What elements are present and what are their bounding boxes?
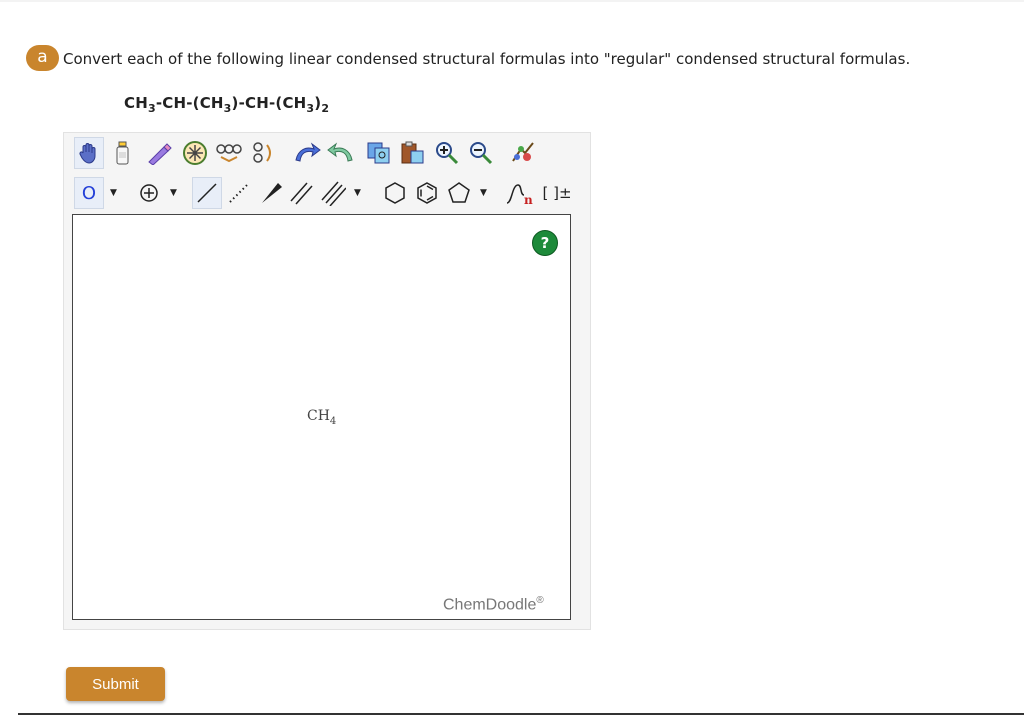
undo-icon (295, 142, 321, 162)
brand-registered-mark: ® (536, 595, 544, 606)
wedge-bond-icon (262, 183, 282, 203)
flip-vertical-icon (253, 142, 271, 163)
atom-label-text: O (81, 182, 97, 204)
single-bond-button[interactable] (192, 177, 222, 209)
copy-button[interactable] (364, 137, 394, 169)
flip-vertical-button[interactable] (248, 137, 278, 169)
clear-button[interactable] (108, 137, 138, 169)
question-text: Convert each of the following linear con… (63, 50, 911, 68)
hexagon-ring-icon (385, 182, 405, 204)
drawing-canvas[interactable]: ? CH4 ChemDoodle® (72, 214, 571, 620)
single-bond-icon (197, 183, 217, 203)
molecule-subscript: 4 (329, 415, 337, 427)
flip-horizontal-icon (216, 144, 242, 163)
help-button[interactable]: ? (532, 230, 558, 256)
question-part-badge: a (26, 45, 59, 71)
cyclopentane-button[interactable] (444, 177, 474, 209)
center-molecule-icon (183, 141, 207, 165)
benzene-ring-icon (417, 182, 437, 204)
zoom-out-icon (470, 142, 493, 165)
zoom-in-icon (436, 142, 459, 165)
zoom-in-button[interactable] (432, 137, 462, 169)
redo-icon (327, 142, 353, 162)
bottom-divider (18, 713, 1024, 715)
spray-bottle-icon (116, 141, 129, 165)
zoom-out-button[interactable] (466, 137, 496, 169)
eraser-button[interactable] (144, 137, 174, 169)
double-bond-icon (290, 182, 313, 205)
brand-text: ChemDoodle (443, 596, 537, 614)
benzene-button[interactable] (412, 177, 442, 209)
bond-dropdown-arrow[interactable]: ▼ (354, 188, 361, 198)
repeat-unit-button[interactable]: n (504, 177, 534, 209)
center-button[interactable] (180, 137, 210, 169)
charge-dropdown-arrow[interactable]: ▼ (170, 188, 177, 198)
redo-button[interactable] (326, 137, 356, 169)
submit-button[interactable]: Submit (66, 667, 165, 701)
hashed-bond-icon (229, 183, 249, 203)
clean-structure-icon (512, 142, 534, 162)
bracket-charge-label: [ ]± (542, 184, 572, 202)
formula-text: CH3-CH-(CH3)-CH-(CH3)2 (124, 94, 330, 115)
top-divider (0, 0, 1024, 2)
triple-bond-button[interactable] (318, 177, 348, 209)
hand-tool-button[interactable] (74, 137, 104, 169)
hashed-bond-button[interactable] (224, 177, 254, 209)
paste-clipboard-icon (401, 141, 424, 164)
cyclohexane-button[interactable] (380, 177, 410, 209)
charge-button[interactable] (134, 177, 164, 209)
svg-text:n: n (524, 193, 533, 207)
pentagon-ring-icon (448, 182, 470, 203)
hand-icon (79, 143, 96, 164)
triple-bond-icon (321, 181, 346, 206)
paste-button[interactable] (398, 137, 428, 169)
double-bond-button[interactable] (286, 177, 316, 209)
atom-dropdown-arrow[interactable]: ▼ (110, 188, 117, 198)
wedge-bond-button[interactable] (256, 177, 286, 209)
eraser-icon (148, 143, 172, 165)
undo-button[interactable] (292, 137, 322, 169)
copy-molecule-icon (367, 142, 390, 164)
flip-horizontal-button[interactable] (214, 137, 244, 169)
ring-dropdown-arrow[interactable]: ▼ (480, 188, 487, 198)
chemdoodle-brand: ChemDoodle® (443, 595, 544, 614)
clean-button[interactable] (508, 137, 538, 169)
charge-plus-icon (140, 184, 158, 202)
molecule-label[interactable]: CH4 (307, 408, 336, 427)
molecule-main-text: CH (307, 408, 330, 424)
bracket-charge-button[interactable]: [ ]± (538, 177, 576, 209)
atom-label-button[interactable]: O (74, 177, 104, 209)
condensed-formula: CH3-CH-(CH3)-CH-(CH3)2 (124, 94, 329, 115)
chain-repeat-icon: n (506, 184, 533, 207)
